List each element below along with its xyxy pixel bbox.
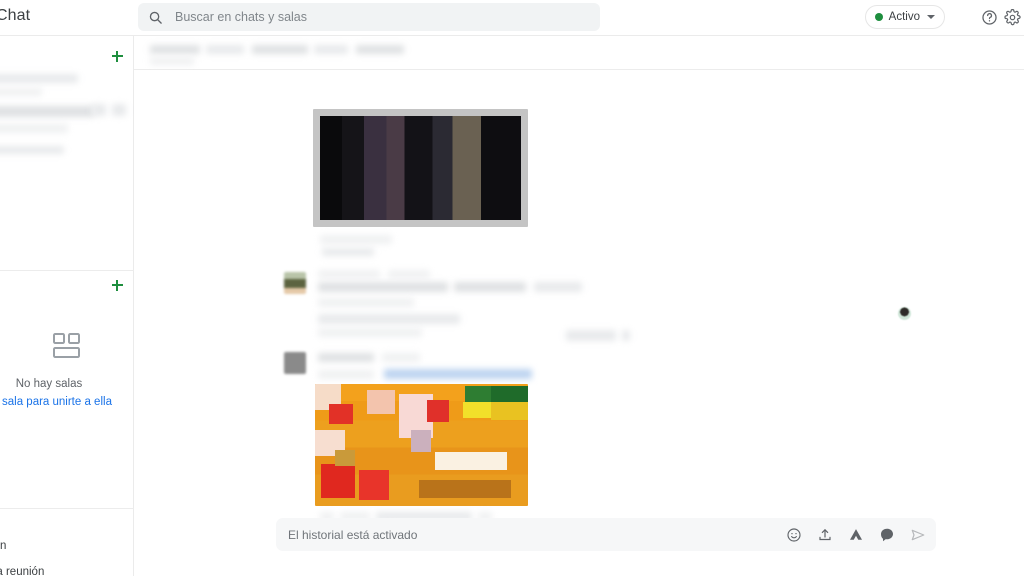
rooms-empty-state: No hay salas na sala para unirte a ella <box>0 332 134 408</box>
drive-icon[interactable] <box>847 526 864 543</box>
add-room-button[interactable] <box>106 274 128 296</box>
chat-app-window: Chat Activo <box>0 0 1024 576</box>
search-icon <box>148 10 163 25</box>
send-icon[interactable] <box>909 526 926 543</box>
top-bar: Chat Activo <box>0 0 1024 36</box>
read-receipt-avatar[interactable] <box>898 307 911 320</box>
gear-icon[interactable] <box>1001 6 1023 28</box>
sidebar-divider-meet <box>0 508 134 509</box>
message-composer[interactable] <box>276 518 936 551</box>
rooms-empty-title: No hay salas <box>15 378 83 390</box>
help-circle-icon[interactable] <box>978 6 1000 28</box>
message-input[interactable] <box>288 527 785 542</box>
avatar[interactable] <box>284 352 306 374</box>
message-list[interactable] <box>134 70 1024 538</box>
sidebar: No hay salas na sala para unirte a ella … <box>0 36 134 576</box>
conversation-header[interactable] <box>134 36 1024 70</box>
emoji-icon[interactable] <box>785 526 802 543</box>
upload-icon[interactable] <box>816 526 833 543</box>
status-badge[interactable]: Activo <box>864 5 945 29</box>
composer-actions <box>785 526 936 543</box>
conversation-panel <box>134 36 1024 576</box>
sidebar-chats-section <box>0 36 134 234</box>
rooms-icon <box>52 332 82 360</box>
sidebar-divider <box>0 270 134 271</box>
gif-icon[interactable] <box>878 526 895 543</box>
sidebar-item-join-meeting[interactable]: a una reunión <box>0 566 44 576</box>
search-bar[interactable] <box>138 3 600 31</box>
status-label: Activo <box>888 11 920 23</box>
image-attachment-food[interactable] <box>315 384 528 506</box>
status-dot-icon <box>874 13 883 21</box>
sidebar-item-new-meeting[interactable]: reunión <box>0 540 6 552</box>
avatar[interactable] <box>284 272 306 294</box>
search-input[interactable] <box>175 10 590 24</box>
image-attachment-night[interactable] <box>313 109 528 227</box>
chevron-down-icon <box>927 15 935 19</box>
app-title: Chat <box>0 7 31 24</box>
add-chat-button[interactable] <box>106 45 128 67</box>
rooms-empty-link[interactable]: na sala para unirte a ella <box>0 396 112 408</box>
